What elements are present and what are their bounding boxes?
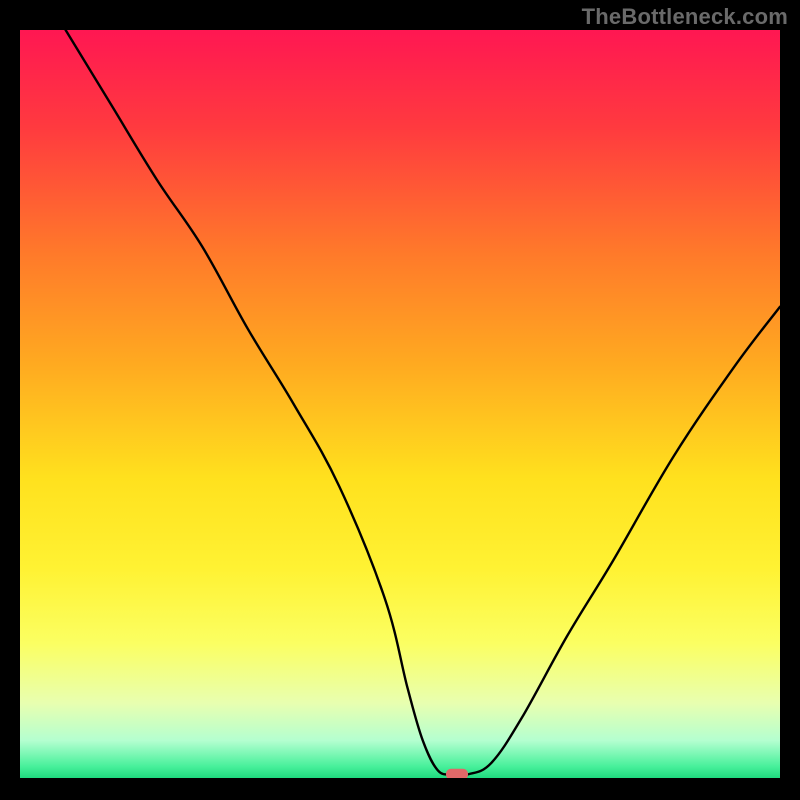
optimum-marker	[446, 769, 468, 778]
plot-area	[20, 30, 780, 778]
attribution-label: TheBottleneck.com	[582, 4, 788, 30]
chart-frame: TheBottleneck.com	[0, 0, 800, 800]
bottleneck-chart	[20, 30, 780, 778]
